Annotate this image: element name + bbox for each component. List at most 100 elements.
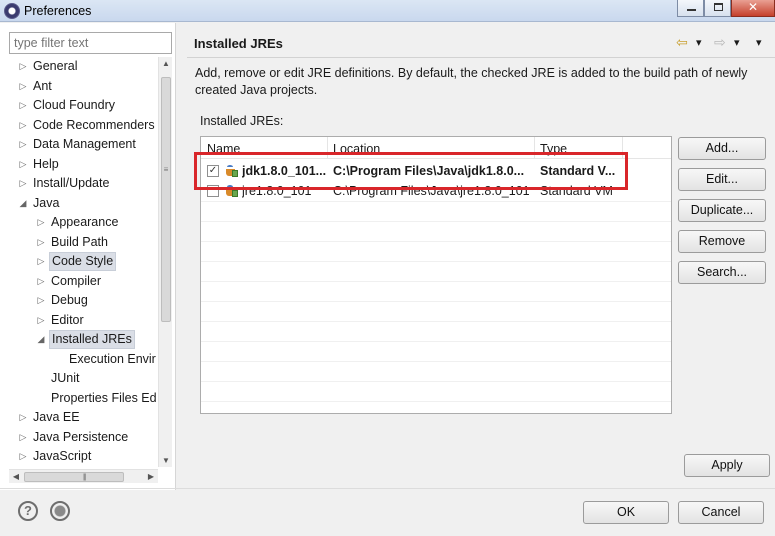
collapsed-twisty-icon[interactable]: ▷ [18,116,28,135]
cancel-button[interactable]: Cancel [678,501,764,524]
row-checkbox[interactable]: ✓ [207,165,219,177]
scroll-right-icon[interactable]: ▶ [144,472,158,481]
collapsed-twisty-icon[interactable]: ▷ [36,213,46,232]
view-menu-icon[interactable]: ▾ [756,36,762,49]
sidebar-item[interactable]: ▷ Java EE [0,408,82,427]
sidebar-item[interactable]: ▷ Java Persistence [0,428,130,447]
sidebar-item[interactable]: ▷ Help [0,155,61,174]
duplicate-button[interactable]: Duplicate... [678,199,766,222]
collapsed-twisty-icon[interactable]: ▷ [36,252,46,271]
sidebar-item[interactable]: ▷ Compiler [0,272,103,291]
row-checkbox[interactable] [207,185,219,197]
sidebar-item[interactable]: ▷ Code Recommenders [0,116,157,135]
cell-type: Standard VM [540,184,613,198]
sidebar-item[interactable]: ▷ Cloud Foundry [0,96,117,115]
collapsed-twisty-icon[interactable]: ▷ [18,96,28,115]
edit-button[interactable]: Edit... [678,168,766,191]
cell-type: Standard V... [540,164,616,178]
maximize-button[interactable] [704,0,731,17]
page-title: Installed JREs [194,36,283,51]
sidebar-item-label: Java [33,195,60,210]
table-row[interactable]: jre1.8.0_101 C:\Program Files\Java\jre1.… [201,181,671,201]
collapsed-twisty-icon[interactable]: ▷ [36,272,46,291]
add-button[interactable]: Add... [678,137,766,160]
sidebar-item-label: Build Path [51,234,108,249]
sidebar-item-label: Compiler [51,273,102,288]
collapsed-twisty-icon[interactable]: ▷ [36,291,46,310]
scroll-thumb[interactable] [161,77,171,322]
sidebar-item[interactable]: ▷ Code Style [0,252,117,271]
jre-icon [224,165,238,177]
search-button[interactable]: Search... [678,261,766,284]
sidebar-item-label: Help [33,156,59,171]
maximize-icon [714,3,723,11]
forward-menu-icon[interactable]: ▾ [734,36,740,49]
forward-arrow-icon[interactable]: ⇨ [714,34,726,51]
sidebar-item-label: Properties Files Ed [51,390,157,405]
filter-input[interactable] [9,32,172,54]
sidebar-item[interactable]: ▷ Build Path [0,233,110,252]
ok-button[interactable]: OK [583,501,669,524]
collapsed-twisty-icon[interactable]: ▷ [18,135,28,154]
grip-icon: ||| [83,474,87,481]
tree-vertical-scrollbar[interactable]: ▲ ≡ ▼ [158,57,172,467]
column-header-location[interactable]: Location [333,142,380,156]
collapsed-twisty-icon[interactable]: ▷ [18,408,28,427]
collapsed-twisty-icon[interactable]: ▷ [18,155,28,174]
expanded-twisty-icon[interactable]: ◢ [18,194,28,213]
sidebar-item[interactable]: ◢ Java [0,194,61,213]
sidebar-item-label: JUnit [51,371,80,385]
remove-button[interactable]: Remove [678,230,766,253]
sidebar-item[interactable]: ◢ Installed JREs [0,330,135,349]
collapsed-twisty-icon[interactable]: ▷ [18,57,28,76]
scroll-up-icon[interactable]: ▲ [159,59,173,68]
import-export-icon[interactable] [50,501,70,521]
horizontal-scroll-thumb[interactable]: ||| [24,472,124,482]
sidebar-item-label: Cloud Foundry [33,98,115,112]
sidebar-item-label: Appearance [51,215,119,229]
eclipse-app-icon [4,3,20,19]
sidebar-item[interactable]: ▷ Ant [0,77,54,96]
scroll-left-icon[interactable]: ◀ [9,472,23,481]
cell-name: jre1.8.0_101 [242,184,312,198]
scroll-down-icon[interactable]: ▼ [159,456,173,465]
sidebar-item-label: Data Management [33,137,136,151]
cell-location: C:\Program Files\Java\jdk1.8.0... [333,164,525,178]
close-button[interactable]: ✕ [731,0,775,17]
window-controls: ✕ [677,0,775,17]
column-header-name[interactable]: Name [207,142,240,156]
sidebar-item[interactable]: ▷ Install/Update [0,174,111,193]
help-icon[interactable]: ? [18,501,38,521]
sidebar-item[interactable]: ▷ General [0,57,79,76]
page-description: Add, remove or edit JRE definitions. By … [195,66,748,97]
expanded-twisty-icon[interactable]: ◢ [36,330,46,349]
sidebar-item[interactable]: Properties Files Ed [0,389,158,408]
minimize-button[interactable] [677,0,704,17]
back-arrow-icon[interactable]: ⇦ [676,34,688,51]
window-title: Preferences [24,4,92,18]
column-divider [327,137,328,159]
sidebar-item[interactable]: ▷ Appearance [0,213,120,232]
sidebar-item[interactable]: ▷ Data Management [0,135,138,154]
collapsed-twisty-icon[interactable]: ▷ [18,428,28,447]
apply-button[interactable]: Apply [684,454,770,477]
sidebar-item[interactable]: Execution Envir [0,350,158,369]
sidebar-item-label: Code Style [49,252,117,271]
sidebar-item[interactable]: ▷ Debug [0,291,90,310]
sidebar-item[interactable]: ▷ Editor [0,311,86,330]
collapsed-twisty-icon[interactable]: ▷ [18,447,28,466]
collapsed-twisty-icon[interactable]: ▷ [36,311,46,330]
collapsed-twisty-icon[interactable]: ▷ [18,77,28,96]
back-menu-icon[interactable]: ▾ [696,36,702,49]
collapsed-twisty-icon[interactable]: ▷ [36,233,46,252]
column-header-type[interactable]: Type [540,142,567,156]
sidebar-item-label: Java Persistence [33,429,129,444]
tree-horizontal-scrollbar[interactable]: ◀ ||| ▶ [9,469,158,483]
sidebar-item[interactable]: ▷ JavaScript [0,447,93,466]
table-row[interactable]: ✓ jdk1.8.0_101... C:\Program Files\Java\… [201,161,671,181]
sidebar-item-label: General [33,59,78,73]
collapsed-twisty-icon[interactable]: ▷ [18,174,28,193]
sidebar-item[interactable]: JUnit [0,369,81,388]
